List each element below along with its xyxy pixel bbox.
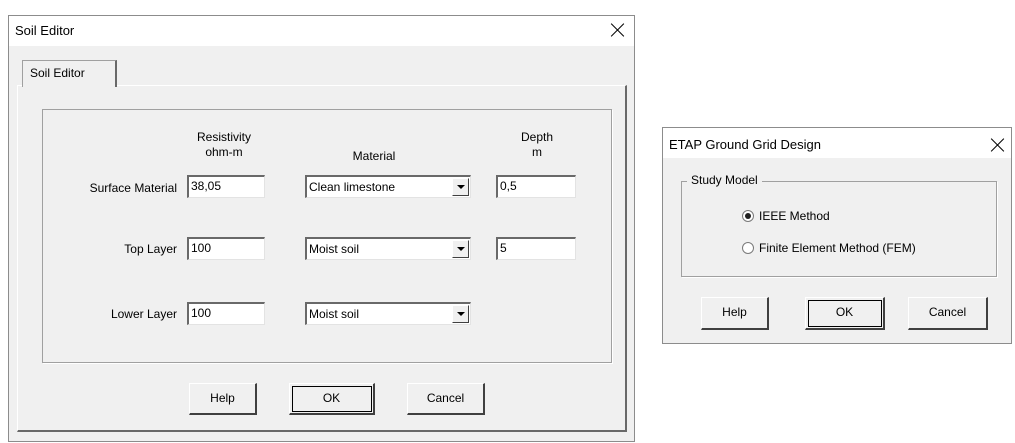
lower-layer-material-select[interactable]: Moist soil: [305, 302, 471, 325]
top-layer-depth-field[interactable]: 5: [496, 237, 576, 260]
ok-button[interactable]: OK: [289, 383, 375, 415]
study-model-label: Study Model: [687, 173, 762, 187]
chevron-down-icon[interactable]: [452, 240, 469, 258]
surface-depth-field[interactable]: 0,5: [496, 175, 576, 198]
chevron-down-icon[interactable]: [452, 178, 469, 196]
top-layer-label: Top Layer: [124, 242, 177, 256]
dialog-title: Soil Editor: [15, 23, 75, 38]
close-icon[interactable]: [608, 20, 628, 40]
resistivity-header: Resistivity ohm-m: [196, 130, 251, 159]
tab-label: Soil Editor: [30, 66, 85, 80]
title-bar[interactable]: ETAP Ground Grid Design: [663, 128, 1011, 158]
study-model-group: [681, 181, 997, 277]
ground-grid-dialog: ETAP Ground Grid Design Study Model IEEE…: [662, 127, 1012, 344]
depth-header: Depth m: [520, 130, 554, 159]
ieee-method-label[interactable]: IEEE Method: [759, 209, 830, 223]
top-layer-material-select[interactable]: Moist soil: [305, 237, 471, 260]
surface-material-select[interactable]: Clean limestone: [305, 175, 471, 198]
close-icon[interactable]: [988, 135, 1008, 155]
top-layer-resistivity-field[interactable]: 100: [187, 237, 265, 260]
surface-resistivity-field[interactable]: 38,05: [187, 175, 265, 198]
cancel-button[interactable]: Cancel: [407, 383, 485, 415]
tab-soil-editor[interactable]: Soil Editor: [22, 60, 117, 87]
fem-method-radio[interactable]: [742, 242, 754, 254]
material-header: Material: [352, 149, 396, 163]
chevron-down-icon[interactable]: [452, 305, 469, 323]
lower-layer-resistivity-field[interactable]: 100: [187, 302, 265, 325]
fem-method-label[interactable]: Finite Element Method (FEM): [759, 241, 916, 255]
title-bar[interactable]: Soil Editor: [9, 16, 634, 46]
help-button[interactable]: Help: [701, 297, 769, 330]
surface-material-label: Surface Material: [89, 181, 177, 195]
lower-layer-label: Lower Layer: [110, 307, 177, 321]
cancel-button[interactable]: Cancel: [908, 297, 988, 330]
help-button[interactable]: Help: [189, 383, 257, 415]
ieee-method-radio[interactable]: [742, 210, 754, 222]
ok-button[interactable]: OK: [805, 297, 885, 330]
soil-editor-dialog: Soil Editor Soil Editor Resistivity ohm-…: [8, 15, 635, 442]
dialog-title: ETAP Ground Grid Design: [669, 137, 821, 152]
